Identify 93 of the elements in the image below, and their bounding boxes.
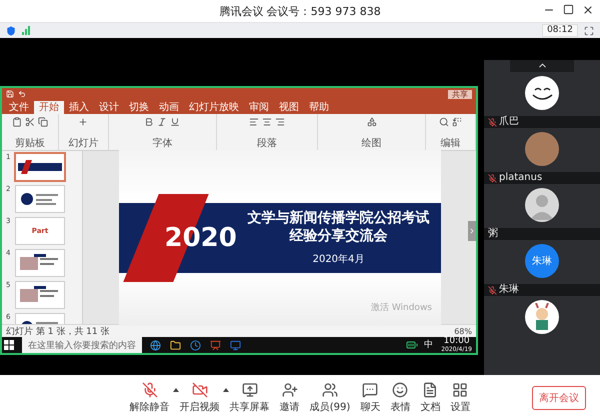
ribbon-group-label: 段落 [257,138,277,149]
toolbar-button[interactable]: 开启视频 [178,382,222,414]
maximize-icon[interactable] [563,4,574,15]
bold-icon[interactable] [144,117,154,127]
leave-meeting-button[interactable]: 离开会议 [532,386,586,410]
ribbon-group-label: 剪贴板 [15,138,45,149]
sticker-avatar [525,300,559,334]
ribbon-tab[interactable]: 设计 [94,101,124,114]
fullscreen-icon[interactable] [584,26,594,36]
align-center-icon[interactable] [262,117,272,127]
meeting-timer: 08:12 [542,24,578,37]
agenda-thumbnail-drawing [20,191,60,207]
undo-icon[interactable] [18,90,26,98]
slide-info: 幻灯片 第 1 张，共 11 张 [6,326,110,338]
toolbar-button[interactable]: 共享屏幕 [228,382,272,414]
share-button[interactable]: 共享 [448,90,472,98]
add-user-icon [282,382,298,398]
ribbon-tab[interactable]: 视图 [274,101,304,114]
slide-title: 文学与新闻传播学院公招考试 [248,210,430,226]
folder-icon[interactable] [170,340,180,350]
ribbon-tab[interactable]: 插入 [64,101,94,114]
chat-icon [362,382,378,398]
paste-icon[interactable] [12,117,22,127]
camera-off-icon [192,382,208,398]
ribbon-group-label: 幻灯片 [68,138,98,149]
ribbon-tab[interactable]: 幻灯片放映 [184,101,244,114]
new-slide-icon[interactable] [78,117,88,127]
ribbon-tab[interactable]: 文件 [4,101,34,114]
ribbon-tab[interactable]: 开始 [34,101,64,114]
toolbar-button[interactable]: 邀请 [278,382,302,414]
slide-thumbnail[interactable] [15,249,65,277]
slide-thumbnail[interactable] [15,281,65,309]
photos-thumbnail-drawing [20,286,60,304]
chevron-right-icon [468,227,476,235]
presentation-icon[interactable] [210,340,220,350]
ribbon-group-label: 字体 [152,138,172,149]
save-icon[interactable] [6,90,14,98]
slide-date: 2020年4月 [312,252,364,266]
ribbon-tab[interactable]: 切换 [124,101,154,114]
slide-thumbnail-drawing [18,160,62,174]
shapes-icon[interactable] [366,117,377,127]
mic-off-icon [142,382,158,398]
ribbon-group-label: 编辑 [440,138,461,149]
ribbon-group-label: 绘图 [362,138,382,149]
clock-icon[interactable] [190,340,200,350]
smiley-icon [392,382,408,398]
input-method: 中 [424,340,434,350]
toolbar-button[interactable]: 文档 [418,382,442,414]
participant-name: 粥 [488,228,498,240]
underline-icon[interactable] [170,117,180,127]
zoom-level: 68% [454,326,472,336]
slide-thumbnail[interactable] [15,185,65,213]
taskbar-search-field[interactable]: 在这里输入你要搜索的内容 [22,337,142,353]
taskbar-time: 10:00 [444,337,470,346]
align-right-icon[interactable] [275,117,285,127]
photos-thumbnail-drawing [20,254,60,272]
find-icon[interactable] [439,117,450,127]
replace-icon[interactable] [452,117,462,127]
close-icon[interactable] [582,4,594,16]
battery-icon [406,339,418,351]
caret-icon[interactable] [222,388,229,392]
users-icon [322,382,338,398]
window-title: 腾讯会议 会议号：593 973 838 [219,4,381,18]
caret-icon[interactable] [172,388,179,392]
grid-icon [452,382,468,398]
default-avatar [525,188,559,222]
participant-name: 朱琳 [499,284,519,296]
slide-title: 经验分享交流会 [290,228,388,244]
share-screen-icon [242,382,258,398]
ribbon-tab[interactable]: 动画 [154,101,184,114]
browser-icon[interactable] [150,340,160,350]
cartoon-avatar [525,76,559,110]
ribbon-tab[interactable]: 审阅 [244,101,274,114]
toolbar-button[interactable]: 成员(99) [308,382,352,414]
photo-placeholder [525,132,559,166]
italic-icon[interactable] [157,117,168,127]
participant-name: platanus [499,172,542,184]
toolbar-button[interactable]: 设置 [448,382,472,414]
align-left-icon[interactable] [249,117,259,127]
slide-thumbnail[interactable] [15,153,65,181]
toolbar-button[interactable]: 表情 [388,382,412,414]
monitor-icon[interactable] [230,340,240,350]
cut-icon[interactable] [25,117,35,127]
participant-name: 爪巴 [499,116,519,128]
document-icon [422,382,438,398]
copy-icon[interactable] [38,117,48,127]
ribbon-tab[interactable]: 帮助 [304,101,334,114]
shield-icon[interactable] [6,26,16,36]
activation-notice: 激活 Windows [370,302,432,314]
toolbar-button[interactable]: 聊天 [358,382,382,414]
avatar-initials: 朱琳 [532,254,552,268]
toolbar-button[interactable]: 解除静音 [128,382,172,414]
windows-logo-icon[interactable] [4,340,14,350]
